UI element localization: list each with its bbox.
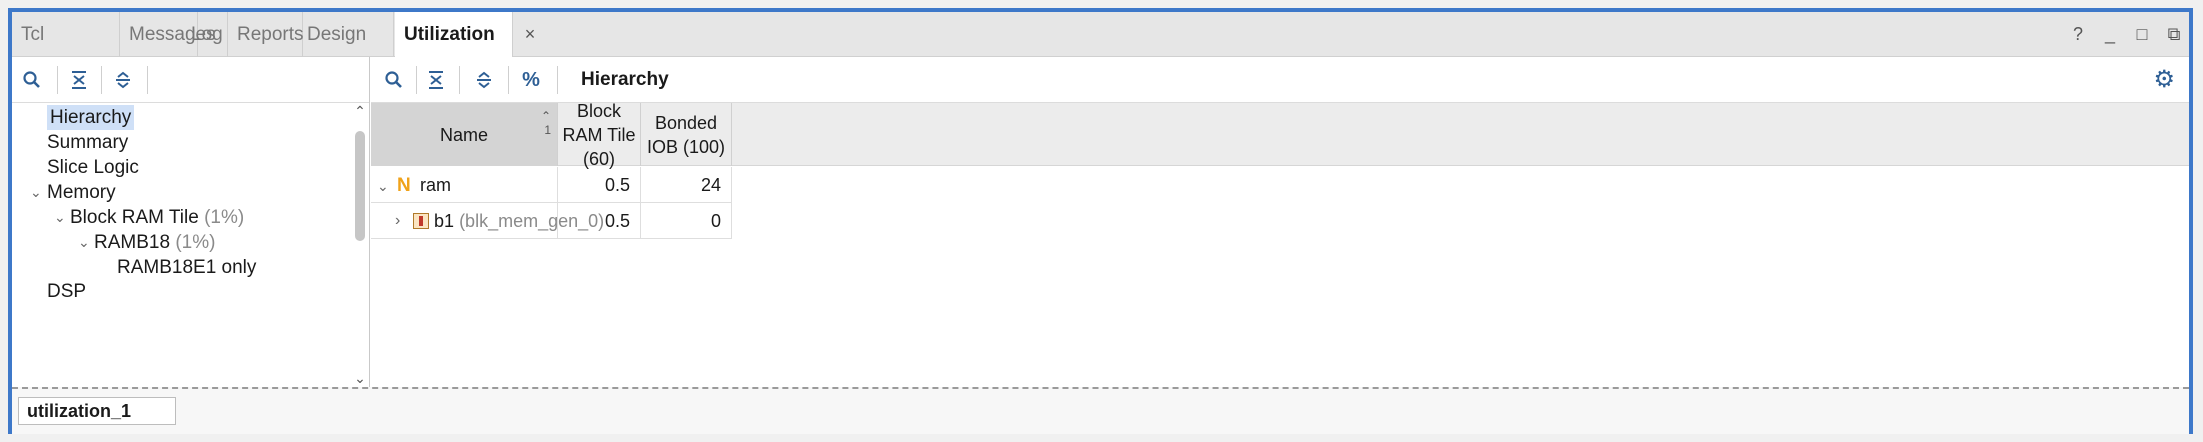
tab-utilization[interactable]: Utilization × [395, 12, 535, 58]
percent-icon[interactable]: % [516, 65, 546, 95]
expand-all-icon[interactable] [108, 65, 138, 95]
left-toolbar [12, 57, 369, 103]
report-tab-utilization-1[interactable]: utilization_1 [18, 397, 176, 425]
table-row[interactable]: ⌄ N ram 0.5 24 [371, 167, 732, 203]
search-icon[interactable] [379, 65, 409, 95]
report-title: Hierarchy [581, 69, 669, 90]
tree-scrollbar[interactable]: ⌃ ⌄ [353, 103, 367, 387]
utilization-table: Name ⌃ 1 Block RAM Tile (60) Bonded IOB (… [371, 101, 2189, 387]
chevron-down-icon[interactable]: ⌄ [377, 168, 389, 204]
tree-item-ramb18e1-only[interactable]: RAMB18E1 only [117, 253, 256, 283]
utilization-window: Tcl Console Messages Log Reports Design … [8, 8, 2193, 434]
cell-bonded-iob: 0 [641, 203, 732, 239]
chevron-down-icon[interactable]: ⌄ [30, 184, 42, 201]
row-name: ram [420, 175, 452, 195]
maximize-icon[interactable]: □ [2133, 24, 2151, 45]
report-tab-strip: utilization_1 [12, 387, 2189, 434]
column-header-block-ram-tile[interactable]: Block RAM Tile (60) [558, 101, 641, 169]
netlist-n-icon: N [397, 175, 411, 196]
table-row[interactable]: › b1 (blk_mem_gen_0) 0.5 0 [371, 203, 732, 239]
expand-all-icon[interactable] [469, 65, 499, 95]
search-icon[interactable] [17, 65, 47, 95]
right-toolbar: % Hierarchy ⚙ [371, 57, 2189, 103]
chevron-down-icon[interactable]: ⌄ [78, 234, 90, 251]
close-icon[interactable]: × [525, 24, 536, 44]
column-header-name[interactable]: Name ⌃ 1 [371, 103, 558, 166]
window-controls: ? _ □ ⧉ [2069, 12, 2183, 57]
tab-bar: Tcl Console Messages Log Reports Design … [12, 12, 2189, 90]
cell-block-ram-tile: 0.5 [558, 167, 641, 203]
tab-log[interactable]: Log [182, 12, 228, 57]
help-icon[interactable]: ? [2069, 24, 2087, 45]
tab-reports[interactable]: Reports [228, 12, 304, 57]
report-navigation-panel: Hierarchy Summary Slice Logic ⌄ Memory ⌄… [12, 57, 370, 387]
tab-utilization-label: Utilization [404, 24, 495, 45]
column-header-bonded-iob[interactable]: Bonded IOB (100) [641, 103, 732, 166]
gear-icon[interactable]: ⚙ [2153, 65, 2175, 94]
report-tree: Hierarchy Summary Slice Logic ⌄ Memory ⌄… [12, 103, 352, 387]
sort-ascending-icon: ⌃ 1 [540, 109, 551, 137]
scrollbar-thumb[interactable] [355, 131, 365, 241]
chevron-down-icon[interactable]: ⌄ [54, 209, 66, 226]
row-name: b1 [434, 211, 455, 231]
float-icon[interactable]: ⧉ [2165, 24, 2183, 45]
chevron-up-icon[interactable]: ⌃ [353, 103, 367, 120]
hierarchy-report-panel: % Hierarchy ⚙ Name ⌃ 1 Block RAM Tile (60… [371, 57, 2189, 387]
collapse-all-icon[interactable] [421, 65, 451, 95]
cell-block-ram-tile: 0.5 [558, 203, 641, 239]
collapse-all-icon[interactable] [64, 65, 94, 95]
chevron-down-icon[interactable]: ⌄ [353, 370, 367, 387]
tree-item-dsp[interactable]: DSP [47, 277, 86, 307]
tab-design-runs[interactable]: Design Runs [298, 12, 394, 90]
cell-bonded-iob: 24 [641, 167, 732, 203]
minimize-icon[interactable]: _ [2101, 24, 2119, 45]
chevron-right-icon[interactable]: › [395, 203, 400, 239]
tab-tcl-console[interactable]: Tcl Console [12, 12, 120, 90]
block-instance-icon [413, 213, 429, 229]
